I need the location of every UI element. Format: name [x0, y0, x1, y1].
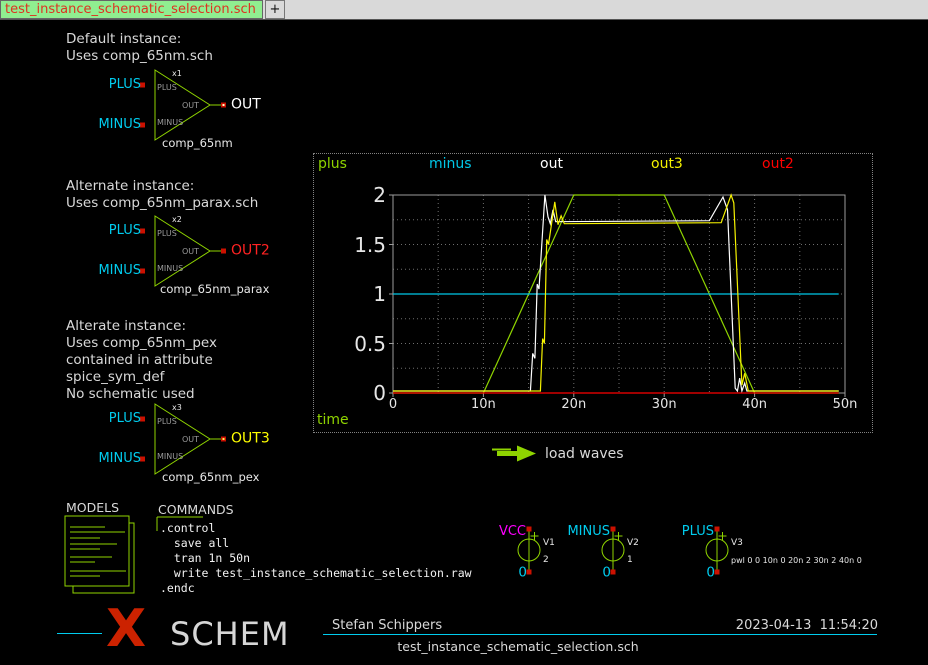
symbol-pin-plus: PLUS	[157, 83, 177, 93]
net-label-out[interactable]: OUT	[231, 96, 261, 114]
v2-refdes: V2	[627, 538, 639, 549]
net-label-gnd[interactable]: 0	[518, 565, 527, 582]
v3-pwl-value: pwl 0 0 10n 0 20n 2 30n 2 40n 0	[731, 556, 862, 566]
symbol-pin-minus: MINUS	[157, 118, 183, 128]
legend-item-out3[interactable]: out3	[651, 156, 683, 172]
net-label-minus[interactable]: MINUS	[98, 451, 141, 467]
spice-commands-text[interactable]: .control save all tran 1n 50n write test…	[160, 521, 472, 596]
models-label: MODELS	[66, 500, 119, 516]
symbol-pin-minus: MINUS	[157, 452, 183, 462]
legend-item-plus[interactable]: plus	[318, 156, 347, 172]
instance-2-refdes: x2	[172, 215, 182, 225]
net-label-out2[interactable]: OUT2	[231, 242, 270, 260]
symbol-pin-out: OUT	[182, 247, 199, 257]
instance-3-refdes: x3	[172, 403, 182, 413]
net-label-out3[interactable]: OUT3	[231, 430, 270, 448]
xschem-logo-x: X	[106, 603, 146, 655]
net-label-minus[interactable]: MINUS	[98, 263, 141, 279]
legend-item-minus[interactable]: minus	[429, 156, 472, 172]
v3-refdes: V3	[731, 538, 743, 549]
net-label-gnd[interactable]: 0	[706, 565, 715, 582]
instance-2-name: comp_65nm_parax	[160, 282, 269, 296]
symbol-pin-out: OUT	[182, 101, 199, 111]
symbol-pin-plus: PLUS	[157, 229, 177, 239]
commands-label: COMMANDS	[158, 502, 234, 518]
instance-1-description: Default instance: Uses comp_65nm.sch	[66, 31, 213, 65]
instance-3-name: comp_65nm_pex	[162, 470, 259, 484]
datetime-text: 2023-04-13 11:54:20	[736, 618, 878, 634]
legend-item-out2[interactable]: out2	[762, 156, 794, 172]
waveform-graph-panel[interactable]	[313, 153, 873, 433]
net-label-minus[interactable]: MINUS	[98, 117, 141, 133]
load-waves-arrow-icon[interactable]	[492, 446, 536, 462]
symbol-pin-minus: MINUS	[157, 264, 183, 274]
net-label-vcc[interactable]: VCC	[499, 524, 526, 540]
load-waves-label[interactable]: load waves	[545, 446, 624, 464]
x-axis-title: time	[317, 412, 349, 430]
v1-refdes: V1	[543, 538, 555, 549]
net-label-plus-src[interactable]: PLUS	[682, 524, 714, 540]
instance-1-name: comp_65nm	[162, 136, 233, 150]
legend-item-out[interactable]: out	[540, 156, 563, 172]
net-label-plus[interactable]: PLUS	[109, 77, 141, 93]
v2-value: 1	[627, 555, 633, 566]
instance-1-refdes: x1	[172, 69, 182, 79]
net-label-plus[interactable]: PLUS	[109, 223, 141, 239]
net-label-plus[interactable]: PLUS	[109, 411, 141, 427]
xschem-logo-text: SCHEM	[170, 618, 290, 650]
net-label-gnd[interactable]: 0	[602, 565, 611, 582]
xschem-window: test_instance_schematic_selection.sch +	[0, 0, 928, 665]
author-text: Stefan Schippers	[332, 618, 442, 634]
models-icon[interactable]	[65, 516, 134, 593]
filename-text: test_instance_schematic_selection.sch	[397, 639, 638, 655]
symbol-pin-out: OUT	[182, 435, 199, 445]
instance-3-description: Alterate instance: Uses comp_65nm_pex co…	[66, 318, 217, 403]
instance-2-description: Alternate instance: Uses comp_65nm_parax…	[66, 178, 258, 212]
v1-value: 2	[543, 555, 549, 566]
symbol-pin-plus: PLUS	[157, 417, 177, 427]
net-label-minus-src[interactable]: MINUS	[567, 524, 610, 540]
